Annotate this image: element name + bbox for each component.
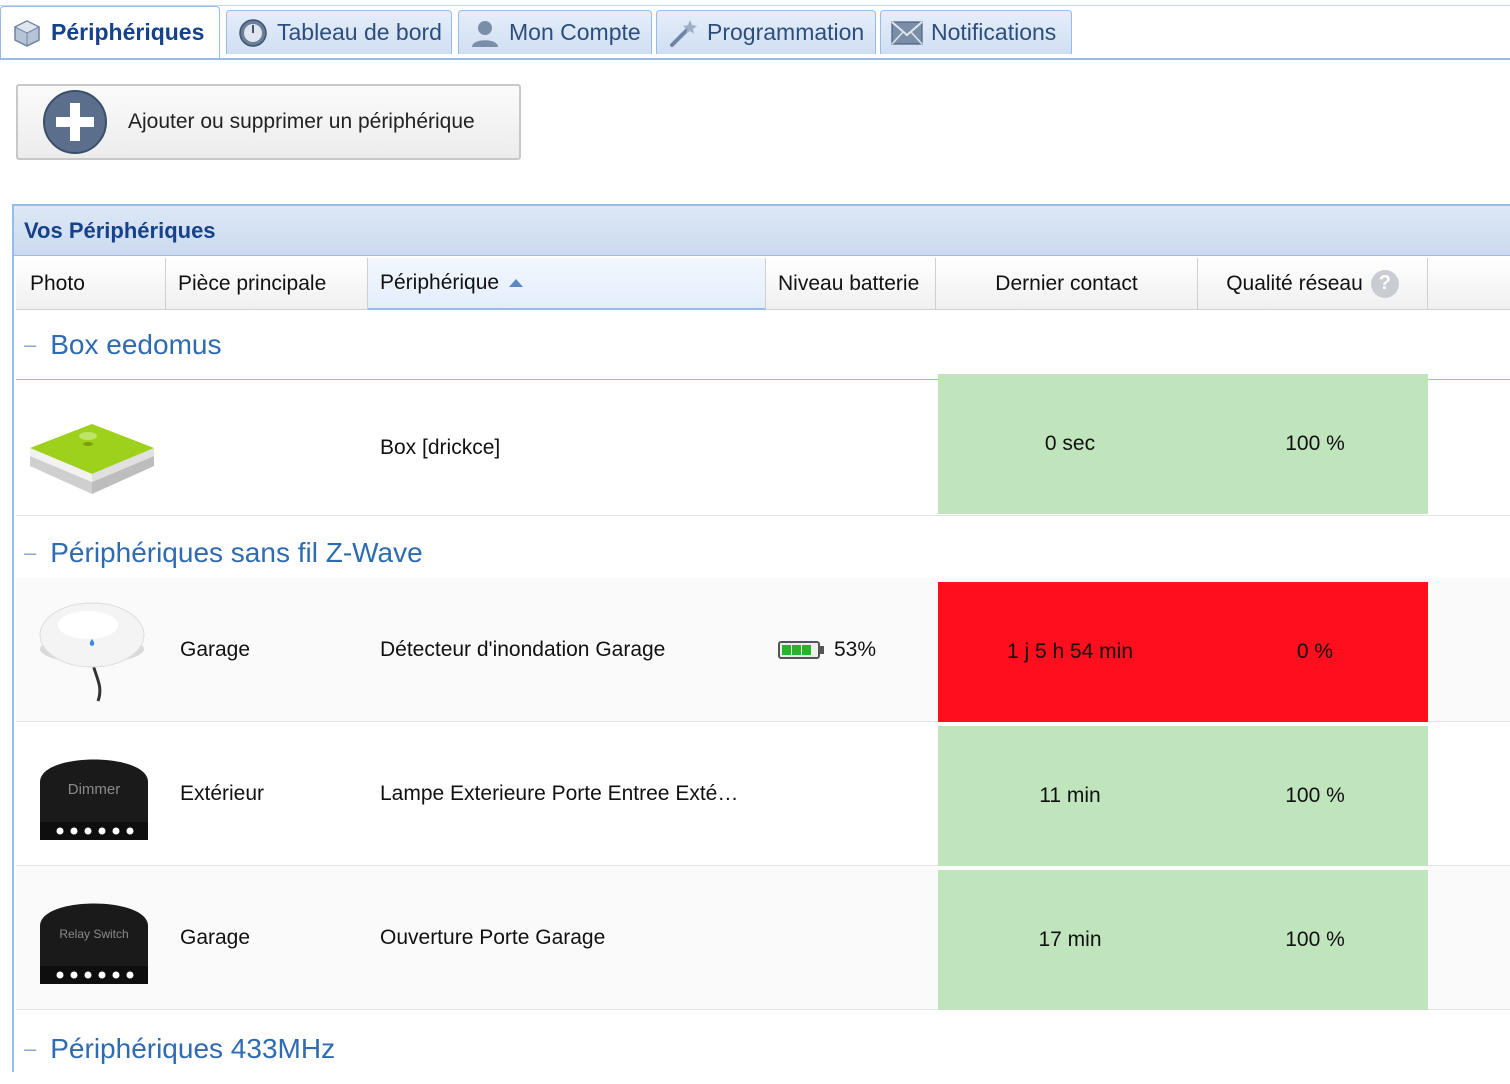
last-contact-cell: 0 sec: [1044, 432, 1096, 455]
magic-wand-icon: [667, 17, 699, 49]
add-remove-device-label: Ajouter ou supprimer un périphérique: [128, 110, 475, 133]
battery-icon: [778, 640, 826, 660]
device-photo: [26, 380, 166, 515]
tab-label: Mon Compte: [509, 19, 641, 45]
column-label: Périphérique: [380, 271, 500, 294]
device-name-cell: Ouverture Porte Garage: [380, 925, 606, 949]
tab-programmation[interactable]: Programmation: [656, 10, 876, 54]
column-header-filler: [1428, 258, 1510, 310]
table-row[interactable]: Box [drickce] 0 sec 100 %: [16, 374, 1510, 516]
group-title: Périphériques sans fil Z-Wave: [50, 536, 423, 568]
column-label: Niveau batterie: [778, 271, 920, 295]
room-cell: Garage: [180, 637, 251, 661]
flood-sensor-image: [39, 602, 145, 702]
group-title: Box eedomus: [50, 328, 222, 360]
network-quality-cell: 100 %: [1285, 432, 1345, 455]
group-header-box[interactable]: – Box eedomus: [16, 310, 1510, 380]
status-ok: 17 min 100 %: [938, 870, 1428, 1010]
tab-tableau-de-bord[interactable]: Tableau de bord: [226, 10, 452, 54]
device-photo: [34, 578, 164, 721]
device-photo: Relay Switch: [34, 866, 164, 1009]
table-row[interactable]: Garage Détecteur d'inondation Garage 53%…: [16, 578, 1510, 722]
status-ok: 11 min 100 %: [938, 726, 1428, 866]
device-name-cell: Détecteur d'inondation Garage: [380, 637, 666, 661]
sort-ascending-icon: [509, 279, 524, 287]
device-photo: Dimmer: [34, 722, 164, 865]
battery-cell: 53%: [778, 578, 876, 721]
network-quality-cell: 0 %: [1296, 640, 1334, 663]
relay-switch-image: Relay Switch: [40, 903, 148, 984]
eedomus-box-image: [30, 423, 154, 494]
column-label: Dernier contact: [995, 271, 1138, 295]
column-header-network-quality[interactable]: Qualité réseau ?: [1198, 258, 1428, 310]
column-label: Qualité réseau: [1226, 271, 1363, 295]
tab-label: Notifications: [931, 19, 1057, 45]
room-cell: Garage: [180, 925, 251, 949]
collapse-icon[interactable]: –: [24, 332, 36, 358]
devices-panel: Vos Périphériques Photo Pièce principale…: [12, 204, 1510, 1072]
column-header-last-contact[interactable]: Dernier contact: [936, 258, 1198, 310]
envelope-icon: [891, 17, 923, 49]
last-contact-cell: 1 j 5 h 54 min: [1006, 640, 1134, 663]
table-row[interactable]: Dimmer Extérieur Lampe Exterieure Porte …: [16, 722, 1510, 866]
status-ok: 0 sec 100 %: [938, 374, 1428, 514]
network-quality-cell: 100 %: [1285, 928, 1345, 951]
device-name-cell: Lampe Exterieure Porte Entree Exté…: [380, 781, 739, 805]
plus-circle-icon: [43, 90, 107, 154]
column-header-battery[interactable]: Niveau batterie: [766, 258, 936, 310]
column-header-device[interactable]: Périphérique: [368, 258, 766, 310]
column-label: Photo: [30, 271, 85, 295]
help-icon[interactable]: ?: [1370, 269, 1399, 298]
dimmer-module-image: Dimmer: [40, 759, 148, 840]
panel-title: Vos Périphériques: [14, 206, 1510, 256]
status-error: 1 j 5 h 54 min 0 %: [938, 582, 1428, 722]
collapse-icon[interactable]: –: [24, 1036, 36, 1062]
tab-mon-compte[interactable]: Mon Compte: [458, 10, 652, 54]
user-icon: [469, 17, 501, 49]
cube-icon: [11, 17, 43, 49]
group-header-433mhz[interactable]: – Périphériques 433MHz: [16, 1014, 1510, 1084]
dashboard-icon: [237, 17, 269, 49]
last-contact-cell: 17 min: [1038, 928, 1102, 951]
add-remove-device-button[interactable]: Ajouter ou supprimer un périphérique: [16, 84, 521, 160]
column-label: Pièce principale: [178, 271, 327, 295]
device-name-cell: Box [drickce]: [380, 435, 501, 459]
column-header-photo[interactable]: Photo: [16, 258, 166, 310]
tab-label: Tableau de bord: [277, 19, 442, 45]
tab-bar: Périphériques Tableau de bord Mon Compte…: [0, 0, 1510, 60]
tab-notifications[interactable]: Notifications: [880, 10, 1072, 54]
column-header-room[interactable]: Pièce principale: [166, 258, 368, 310]
tab-peripheriques[interactable]: Périphériques: [0, 6, 220, 58]
collapse-icon[interactable]: –: [24, 540, 36, 566]
table-row[interactable]: Relay Switch Garage Ouverture Porte Gara…: [16, 866, 1510, 1010]
tab-label: Périphériques: [51, 19, 205, 45]
relay-label: Relay Switch: [59, 927, 128, 941]
group-title: Périphériques 433MHz: [50, 1033, 336, 1064]
dimmer-label: Dimmer: [68, 781, 121, 798]
network-quality-cell: 100 %: [1285, 784, 1345, 807]
tab-label: Programmation: [707, 19, 865, 45]
battery-level-text: 53%: [834, 637, 877, 661]
last-contact-cell: 11 min: [1039, 784, 1101, 807]
room-cell: Extérieur: [180, 781, 265, 805]
